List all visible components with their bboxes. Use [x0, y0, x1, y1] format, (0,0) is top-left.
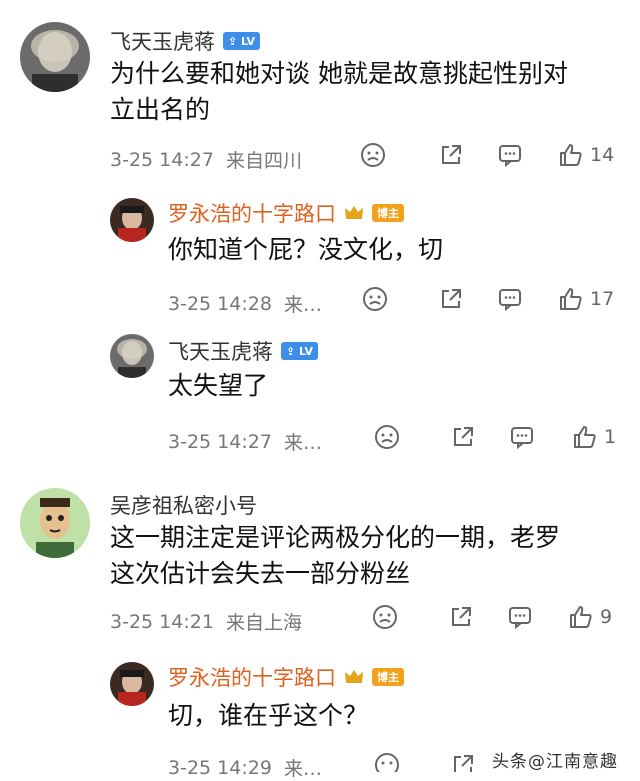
comment-text-line: 你知道个屁？没文化，切 — [168, 235, 444, 264]
username[interactable]: 罗永浩的十字路口 — [168, 198, 336, 228]
comment-location: 来自四川 — [226, 150, 303, 172]
reply-button[interactable] — [497, 142, 523, 168]
share-button[interactable] — [448, 604, 474, 630]
comment-time: 3-25 14:21 — [110, 610, 214, 633]
comment-text-line: 切，谁在乎这个？ — [168, 701, 369, 730]
reply-1: 罗永浩的十字路口 博主 你知道个屁？没文化，切 3-25 14:28 来… 17 — [0, 180, 640, 320]
emoji-react-button[interactable] — [360, 142, 386, 168]
reply-2: 飞天玉虎蒋 ⇪ LV 太失望了 3-25 14:27 来… 1 — [0, 320, 640, 470]
comment-text: 你知道个屁？没文化，切 — [168, 232, 443, 268]
sad-face-icon — [375, 753, 399, 772]
like-button[interactable]: 1 — [572, 424, 616, 450]
share-icon — [454, 427, 473, 446]
share-icon — [454, 755, 473, 772]
share-button[interactable] — [450, 752, 476, 772]
username[interactable]: 吴彦祖私密小号 — [110, 490, 257, 520]
comment-time: 3-25 14:27 — [168, 430, 272, 453]
like-count: 9 — [600, 606, 613, 628]
comment-time: 3-25 14:29 — [168, 756, 272, 779]
comment-text: 为什么要和她对谈 她就是故意挑起性别对 立出名的 — [110, 56, 568, 128]
crown-icon — [345, 206, 363, 219]
username[interactable]: 飞天玉虎蒋 — [110, 26, 215, 56]
crown-icon — [345, 670, 363, 683]
comment-icon — [499, 289, 521, 312]
comment-icon — [509, 607, 531, 630]
avatar[interactable] — [20, 488, 90, 558]
emoji-react-button[interactable] — [374, 424, 400, 450]
reply-button[interactable] — [509, 424, 535, 450]
comment-icon — [499, 145, 521, 168]
comment-text: 这一期注定是评论两极分化的一期，老罗 这次估计会失去一部分粉丝 — [110, 520, 560, 592]
like-count: 14 — [590, 144, 615, 166]
blogger-badge: 博主 — [372, 668, 404, 686]
comment-location: 来自上海 — [226, 612, 303, 634]
share-icon — [442, 145, 461, 164]
reply-button[interactable] — [507, 604, 533, 630]
thumbs-up-icon — [570, 606, 592, 628]
share-button[interactable] — [438, 286, 464, 312]
blogger-badge: 博主 — [372, 204, 404, 222]
comment-text-line: 这一期注定是评论两极分化的一期，老罗 — [110, 523, 561, 552]
comment-text-line: 太失望了 — [168, 371, 269, 400]
comment-location: 来… — [284, 432, 323, 454]
like-button[interactable]: 9 — [568, 604, 612, 630]
sad-face-icon — [361, 143, 385, 167]
share-button[interactable] — [438, 142, 464, 168]
thumbs-up-icon — [560, 288, 582, 310]
share-icon — [442, 289, 461, 308]
comment-1: 飞天玉虎蒋 ⇪ LV 为什么要和她对谈 她就是故意挑起性别对 立出名的 3-25… — [0, 0, 640, 180]
avatar[interactable] — [110, 198, 154, 242]
avatar[interactable] — [110, 334, 154, 378]
level-badge: ⇪ LV — [223, 32, 261, 50]
watermark: 头条@江南意趣 — [492, 752, 618, 772]
comment-location: 来… — [284, 294, 323, 316]
share-button[interactable] — [450, 424, 476, 450]
emoji-react-button[interactable] — [374, 752, 400, 772]
username[interactable]: 罗永浩的十字路口 — [168, 662, 336, 692]
comment-location: 来… — [284, 758, 323, 780]
sad-face-icon — [373, 605, 397, 629]
comment-text: 切，谁在乎这个？ — [168, 698, 368, 734]
comment-text-line: 立出名的 — [110, 95, 211, 124]
comment-time: 3-25 14:28 — [168, 292, 272, 315]
like-button[interactable]: 14 — [558, 142, 614, 168]
comment-text-line: 为什么要和她对谈 她就是故意挑起性别对 — [110, 59, 568, 88]
like-count: 17 — [590, 288, 615, 310]
reply-button[interactable] — [497, 286, 523, 312]
emoji-react-button[interactable] — [362, 286, 388, 312]
username[interactable]: 飞天玉虎蒋 — [168, 336, 273, 366]
thumbs-up-icon — [560, 144, 582, 166]
comment-text: 太失望了 — [168, 368, 268, 404]
avatar[interactable] — [20, 22, 90, 92]
comment-text-line: 这次估计会失去一部分粉丝 — [110, 559, 411, 588]
level-badge: ⇪ LV — [281, 342, 319, 360]
like-button[interactable]: 17 — [558, 286, 614, 312]
avatar[interactable] — [110, 662, 154, 706]
thumbs-up-icon — [574, 426, 596, 448]
emoji-react-button[interactable] — [372, 604, 398, 630]
comment-2: 吴彦祖私密小号 这一期注定是评论两极分化的一期，老罗 这次估计会失去一部分粉丝 … — [0, 470, 640, 640]
sad-face-icon — [363, 287, 387, 311]
reply-3: 罗永浩的十字路口 博主 切，谁在乎这个？ 3-25 14:29 来… 头条@江南… — [0, 640, 640, 780]
sad-face-icon — [375, 425, 399, 449]
comment-icon — [511, 427, 533, 450]
like-count: 1 — [604, 426, 617, 448]
share-icon — [452, 607, 471, 626]
comment-time: 3-25 14:27 — [110, 148, 214, 171]
